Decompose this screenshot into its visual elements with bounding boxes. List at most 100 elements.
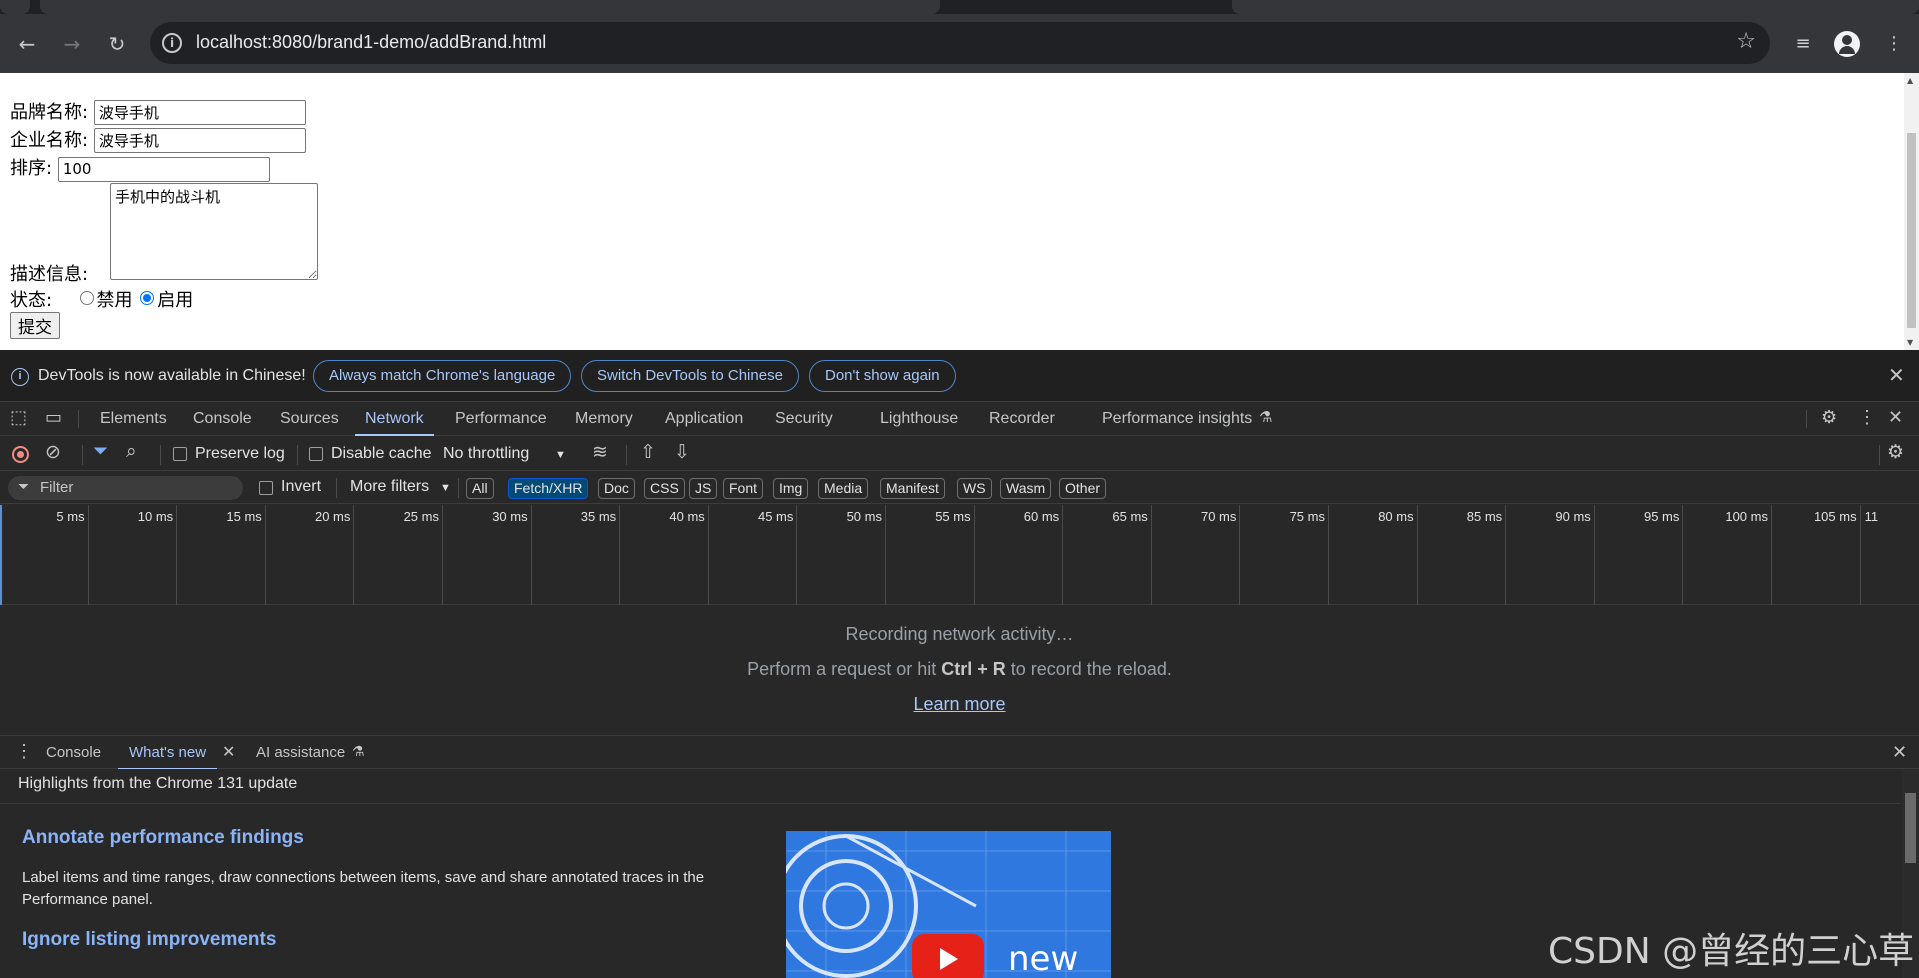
description-textarea[interactable]	[110, 183, 318, 280]
chip-js[interactable]: JS	[689, 478, 718, 499]
status-row: 状态: 禁用 启用	[10, 286, 193, 312]
status-disabled-radio[interactable]	[79, 291, 94, 305]
chip-ws[interactable]: WS	[957, 478, 992, 499]
feature-title-link[interactable]: Ignore listing improvements	[22, 929, 276, 951]
reload-button[interactable]: ↻	[103, 30, 131, 58]
timeline-tick: 10 ms	[89, 505, 178, 605]
chip-css[interactable]: CSS	[644, 478, 685, 499]
timeline-tick: 70 ms	[1152, 505, 1241, 605]
tab-memory[interactable]: Memory	[575, 402, 633, 436]
timeline-tick: 95 ms	[1595, 505, 1684, 605]
timeline-tick: 20 ms	[266, 505, 355, 605]
tab-application[interactable]: Application	[665, 402, 743, 436]
learn-more-link[interactable]: Learn more	[0, 694, 1919, 715]
media-controls-icon[interactable]: ≡	[1789, 30, 1817, 58]
tab[interactable]	[1232, 0, 1919, 14]
company-name-input[interactable]	[93, 128, 306, 153]
page-scrollbar[interactable]: ▲ ▼	[1904, 73, 1919, 350]
order-input[interactable]	[57, 156, 270, 182]
brand-name-input[interactable]	[93, 100, 306, 125]
tab-performance-insights[interactable]: Performance insights	[1102, 402, 1252, 436]
timeline-tick: 105 ms	[1772, 505, 1861, 605]
preserve-log-checkbox[interactable]	[173, 447, 187, 461]
timeline-tick: 11	[1861, 505, 1919, 605]
network-conditions-icon[interactable]: ≋	[592, 441, 608, 464]
chip-manifest[interactable]: Manifest	[880, 478, 945, 499]
tab-recorder[interactable]: Recorder	[989, 402, 1055, 436]
invert-checkbox[interactable]	[259, 481, 273, 495]
search-icon[interactable]: ⌕	[126, 441, 137, 463]
close-infobar-icon[interactable]: ✕	[1888, 363, 1905, 388]
scrollbar-thumb[interactable]	[1905, 793, 1916, 863]
switch-to-chinese-button[interactable]: Switch DevTools to Chinese	[581, 360, 799, 392]
tab-sources[interactable]: Sources	[280, 402, 339, 436]
tab-network[interactable]: Network	[355, 402, 434, 436]
timeline-tick-label: 85 ms	[1466, 509, 1503, 524]
network-settings-gear-icon[interactable]: ⚙	[1887, 441, 1904, 464]
status-disabled-label: 禁用	[96, 290, 133, 311]
chip-font[interactable]: Font	[723, 478, 764, 499]
url-text[interactable]: localhost:8080/brand1-demo/addBrand.html	[196, 32, 546, 53]
address-bar[interactable]: i localhost:8080/brand1-demo/addBrand.ht…	[150, 22, 1770, 64]
settings-gear-icon[interactable]: ⚙	[1821, 407, 1837, 428]
disable-cache-label: Disable cache	[331, 445, 432, 462]
more-filters-dropdown[interactable]: More filters	[350, 478, 429, 496]
drawer-menu-icon[interactable]: ⋮	[15, 741, 33, 762]
disable-cache-checkbox[interactable]	[309, 447, 323, 461]
profile-avatar-icon[interactable]	[1834, 31, 1860, 57]
drawer-tab-ai-assistance[interactable]: AI assistance	[256, 736, 345, 770]
back-button[interactable]: ←	[13, 30, 41, 58]
tab[interactable]	[0, 0, 30, 14]
whats-new-video-thumbnail[interactable]: new	[786, 831, 1111, 978]
timeline-tick-label: 55 ms	[935, 509, 971, 524]
info-icon: i	[11, 368, 29, 386]
timeline-tick-label: 25 ms	[403, 509, 439, 524]
close-tab-icon[interactable]: ✕	[222, 742, 235, 762]
scrollbar-thumb[interactable]	[1907, 133, 1916, 328]
record-stop-button[interactable]	[12, 446, 29, 463]
chip-wasm[interactable]: Wasm	[1000, 478, 1052, 499]
feature-title-link[interactable]: Annotate performance findings	[22, 827, 304, 849]
chevron-down-icon[interactable]: ▼	[555, 449, 566, 461]
site-info-icon[interactable]: i	[162, 33, 182, 53]
menu-kebab-icon[interactable]: ⋮	[1880, 30, 1908, 58]
tab-lighthouse[interactable]: Lighthouse	[880, 402, 958, 436]
network-overview-timeline[interactable]: 5 ms 10 ms 15 ms 20 ms 25 ms 30 ms 35 ms 40 ms 4…	[0, 505, 1919, 605]
tab[interactable]	[40, 0, 940, 14]
chip-doc[interactable]: Doc	[598, 478, 635, 499]
clear-icon[interactable]: ⊘	[45, 441, 61, 464]
submit-button[interactable]: 提交	[10, 312, 60, 339]
brand-label: 品牌名称:	[10, 102, 89, 123]
close-drawer-icon[interactable]: ✕	[1892, 742, 1907, 763]
always-match-language-button[interactable]: Always match Chrome's language	[313, 360, 572, 392]
forward-button[interactable]: →	[58, 30, 86, 58]
tab-security[interactable]: Security	[775, 402, 833, 436]
dont-show-again-button[interactable]: Don't show again	[809, 360, 956, 392]
drawer-tab-console[interactable]: Console	[46, 736, 101, 770]
chip-fetch-xhr[interactable]: Fetch/XHR	[508, 478, 589, 499]
chip-other[interactable]: Other	[1059, 478, 1107, 499]
status-enabled-radio[interactable]	[140, 291, 155, 305]
export-har-icon[interactable]: ⇩	[674, 441, 690, 464]
preserve-log-label: Preserve log	[195, 445, 285, 462]
tab-elements[interactable]: Elements	[100, 402, 167, 436]
tab-performance[interactable]: Performance	[455, 402, 547, 436]
filter-input[interactable]: ⏷ Filter	[8, 476, 243, 500]
chevron-down-icon[interactable]: ▼	[440, 482, 451, 494]
filter-funnel-icon[interactable]: ⏷	[93, 441, 108, 463]
timeline-tick-label: 5 ms	[56, 509, 85, 524]
inspect-element-icon[interactable]: ⬚	[10, 407, 27, 428]
devtools-menu-icon[interactable]: ⋮	[1858, 407, 1876, 428]
throttling-select[interactable]: No throttling	[443, 445, 529, 463]
chip-all[interactable]: All	[466, 478, 494, 499]
timeline-tick: 40 ms	[620, 505, 709, 605]
device-toolbar-icon[interactable]: ▭	[45, 407, 62, 428]
close-devtools-icon[interactable]: ✕	[1888, 407, 1903, 428]
chip-img[interactable]: Img	[773, 478, 809, 499]
import-har-icon[interactable]: ⇧	[640, 441, 656, 464]
drawer-tab-whats-new[interactable]: What's new	[118, 736, 218, 770]
tab-console[interactable]: Console	[193, 402, 252, 436]
bookmark-star-icon[interactable]: ☆	[1736, 29, 1756, 54]
chip-media[interactable]: Media	[818, 478, 869, 499]
company-label: 企业名称:	[10, 130, 89, 151]
